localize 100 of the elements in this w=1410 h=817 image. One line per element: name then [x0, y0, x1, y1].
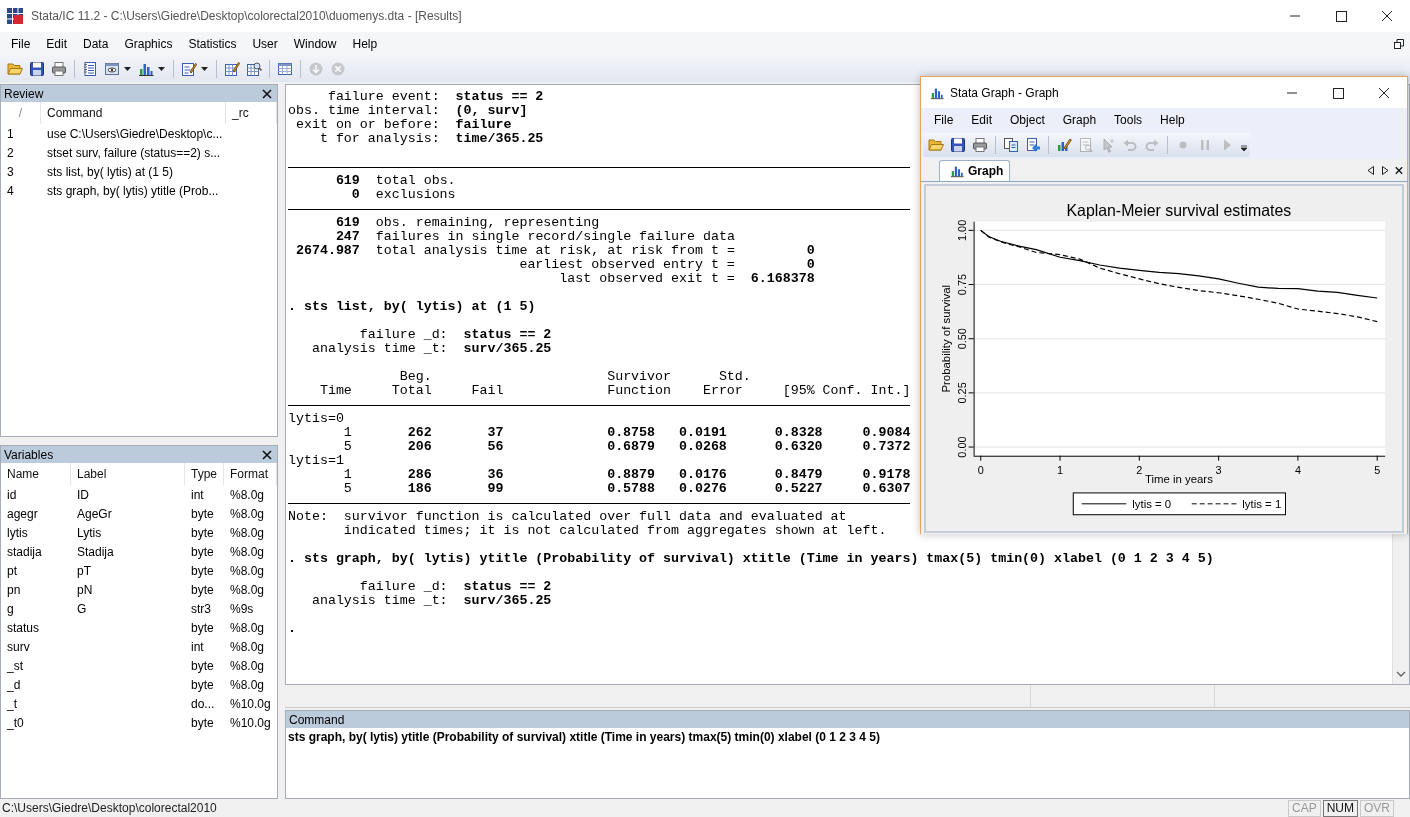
- table-cell[interactable]: stset surv, failure (status==2) s...: [41, 143, 226, 162]
- menu-item[interactable]: Graphics: [116, 34, 181, 54]
- column-header[interactable]: Command: [41, 102, 226, 124]
- result-line: 5: [342, 482, 352, 496]
- table-cell-text: status: [6, 619, 40, 637]
- column-header[interactable]: _rc: [226, 102, 277, 124]
- table-cell-text: %8.0g: [229, 505, 266, 523]
- table-cell-text: pn: [6, 581, 22, 599]
- close-icon[interactable]: [1395, 166, 1403, 175]
- result-line: 619 obs. remaining, representing: [334, 215, 600, 230]
- table-cell-text: byte: [190, 657, 215, 675]
- column-header[interactable]: Label: [71, 463, 185, 485]
- column-header[interactable]: /: [1, 102, 41, 124]
- axis-tick-label: 0.25: [955, 382, 968, 404]
- bar-chart-icon[interactable]: [138, 61, 154, 77]
- result-line: Time Total Fail Function Error [95% Conf. Int.]: [318, 383, 911, 398]
- legend-label: lytis = 0: [1132, 498, 1172, 511]
- menu-item[interactable]: File: [3, 34, 39, 54]
- table-cell-text: %8.0g: [229, 657, 266, 675]
- left-arrow-icon[interactable]: [1367, 166, 1375, 175]
- result-line: lytis=0: [288, 411, 344, 426]
- table-cell-text: int: [190, 638, 205, 656]
- table-cell-text: _t: [6, 695, 18, 713]
- table-cell-text: _t0: [6, 714, 25, 732]
- menu-item[interactable]: Data: [75, 34, 117, 54]
- table-cell-text: agegr: [6, 505, 39, 523]
- close-icon[interactable]: [262, 449, 272, 460]
- table-cell-text: _d: [6, 676, 22, 694]
- table-cell-text: byte: [190, 619, 215, 637]
- pencil-document-icon[interactable]: [181, 61, 197, 77]
- axis-tick-label: 2: [1136, 463, 1143, 476]
- right-arrow-icon[interactable]: [1381, 166, 1389, 175]
- logo-icon: [7, 8, 23, 24]
- column-header[interactable]: Type: [185, 463, 224, 485]
- notebook-icon[interactable]: [82, 61, 98, 77]
- result-line: failure _d: status == 2: [358, 327, 552, 342]
- result-line: 206 56 0.6879 0.0268 0.6320 0.7372: [407, 439, 911, 454]
- caret-icon[interactable]: [124, 67, 131, 71]
- panel-title: Review: [4, 86, 45, 101]
- status-path: C:\Users\Giedre\Desktop\colorectal2010: [2, 801, 218, 815]
- table-cell-text: do...: [190, 695, 216, 713]
- table-cell-text: byte: [190, 562, 215, 580]
- table-pencil-icon[interactable]: [224, 61, 240, 77]
- result-line: 1: [342, 426, 352, 440]
- result-line: indicated times; it is not calculated from aggregates shown at left.: [342, 523, 887, 538]
- folder-icon[interactable]: [928, 137, 944, 153]
- table-cell-text: lytis: [6, 524, 29, 542]
- printer-icon[interactable]: [972, 137, 988, 153]
- menu-item[interactable]: User: [244, 34, 286, 54]
- bar-chart-icon: [950, 164, 964, 178]
- table-search-icon[interactable]: [246, 61, 262, 77]
- menu-item[interactable]: Window: [285, 34, 345, 54]
- column-header[interactable]: Name: [1, 463, 71, 485]
- menu-item[interactable]: Tools: [1105, 109, 1152, 130]
- command-field[interactable]: sts graph, by( lytis) ytitle (Probability of survival) xtitle (Time in years) tmax(5) tmin(0) xlabel (0 1 2 3 4 5): [286, 728, 1409, 798]
- result-line: earliest observed entry t = 0: [518, 257, 815, 272]
- table-cell-text: %8.0g: [229, 638, 266, 656]
- eye-window-icon[interactable]: [104, 61, 120, 77]
- axis-tick-label: 0.50: [955, 328, 968, 350]
- table-cell[interactable]: use C:\Users\Giedre\Desktop\c...: [41, 124, 226, 143]
- menu-item[interactable]: Edit: [962, 109, 1002, 130]
- result-line: Note: survivor function is calculated over full data and evaluated at: [288, 509, 847, 524]
- caret-icon[interactable]: [158, 67, 165, 71]
- table-cell[interactable]: sts list, by( lytis) at (1 5): [41, 162, 226, 181]
- restore-icon[interactable]: [1394, 39, 1404, 49]
- column-header[interactable]: Format: [224, 463, 277, 485]
- menu-item[interactable]: Object: [1001, 109, 1054, 130]
- table-cell-text: %8.0g: [229, 486, 266, 504]
- tab[interactable]: Graph: [939, 160, 1011, 181]
- table-icon[interactable]: [277, 61, 293, 77]
- window-title: Stata/IC 11.2 - C:\Users\Giedre\Desktop\colorectal2010\duomenys.dta - [Results]: [31, 9, 463, 23]
- menu-item[interactable]: Help: [1151, 109, 1194, 130]
- printer-icon[interactable]: [51, 61, 67, 77]
- table-cell-text: byte: [190, 676, 215, 694]
- menu-item[interactable]: Help: [344, 34, 386, 54]
- axis-tick-label: 1: [1057, 463, 1064, 476]
- table-cell-text: stadija: [6, 543, 43, 561]
- result-line: Beg. Survivor Std.: [398, 369, 751, 384]
- result-line: 1: [342, 468, 352, 482]
- menu-item[interactable]: Graph: [1053, 109, 1106, 130]
- chart-pencil-icon[interactable]: [1056, 137, 1072, 153]
- folder-icon[interactable]: [7, 61, 23, 77]
- table-cell-text: pt: [6, 562, 18, 580]
- table-cell-text: byte: [190, 581, 215, 599]
- axis-tick-label: 0.75: [955, 273, 968, 296]
- table-cell-text: %8.0g: [229, 581, 266, 599]
- result-line: analysis time _t: surv/365.25: [310, 341, 552, 356]
- document-arrow-icon[interactable]: [1025, 137, 1041, 153]
- axis-title: Time in years: [1144, 473, 1213, 486]
- caret-icon[interactable]: [201, 67, 208, 71]
- command-echo: . sts list, by( lytis) at (1 5): [288, 299, 536, 314]
- menu-item[interactable]: File: [925, 109, 963, 130]
- table-cell-text: ID: [76, 486, 90, 504]
- axis-tick-label: 3: [1215, 463, 1222, 476]
- copy-icon[interactable]: [1003, 137, 1019, 153]
- close-icon[interactable]: [262, 88, 272, 99]
- menu-item[interactable]: Statistics: [180, 34, 245, 54]
- table-cell[interactable]: sts graph, by( lytis) ytitle (Prob...: [41, 181, 226, 200]
- menu-item[interactable]: Edit: [38, 34, 76, 54]
- table-cell-text: Lytis: [76, 524, 103, 542]
